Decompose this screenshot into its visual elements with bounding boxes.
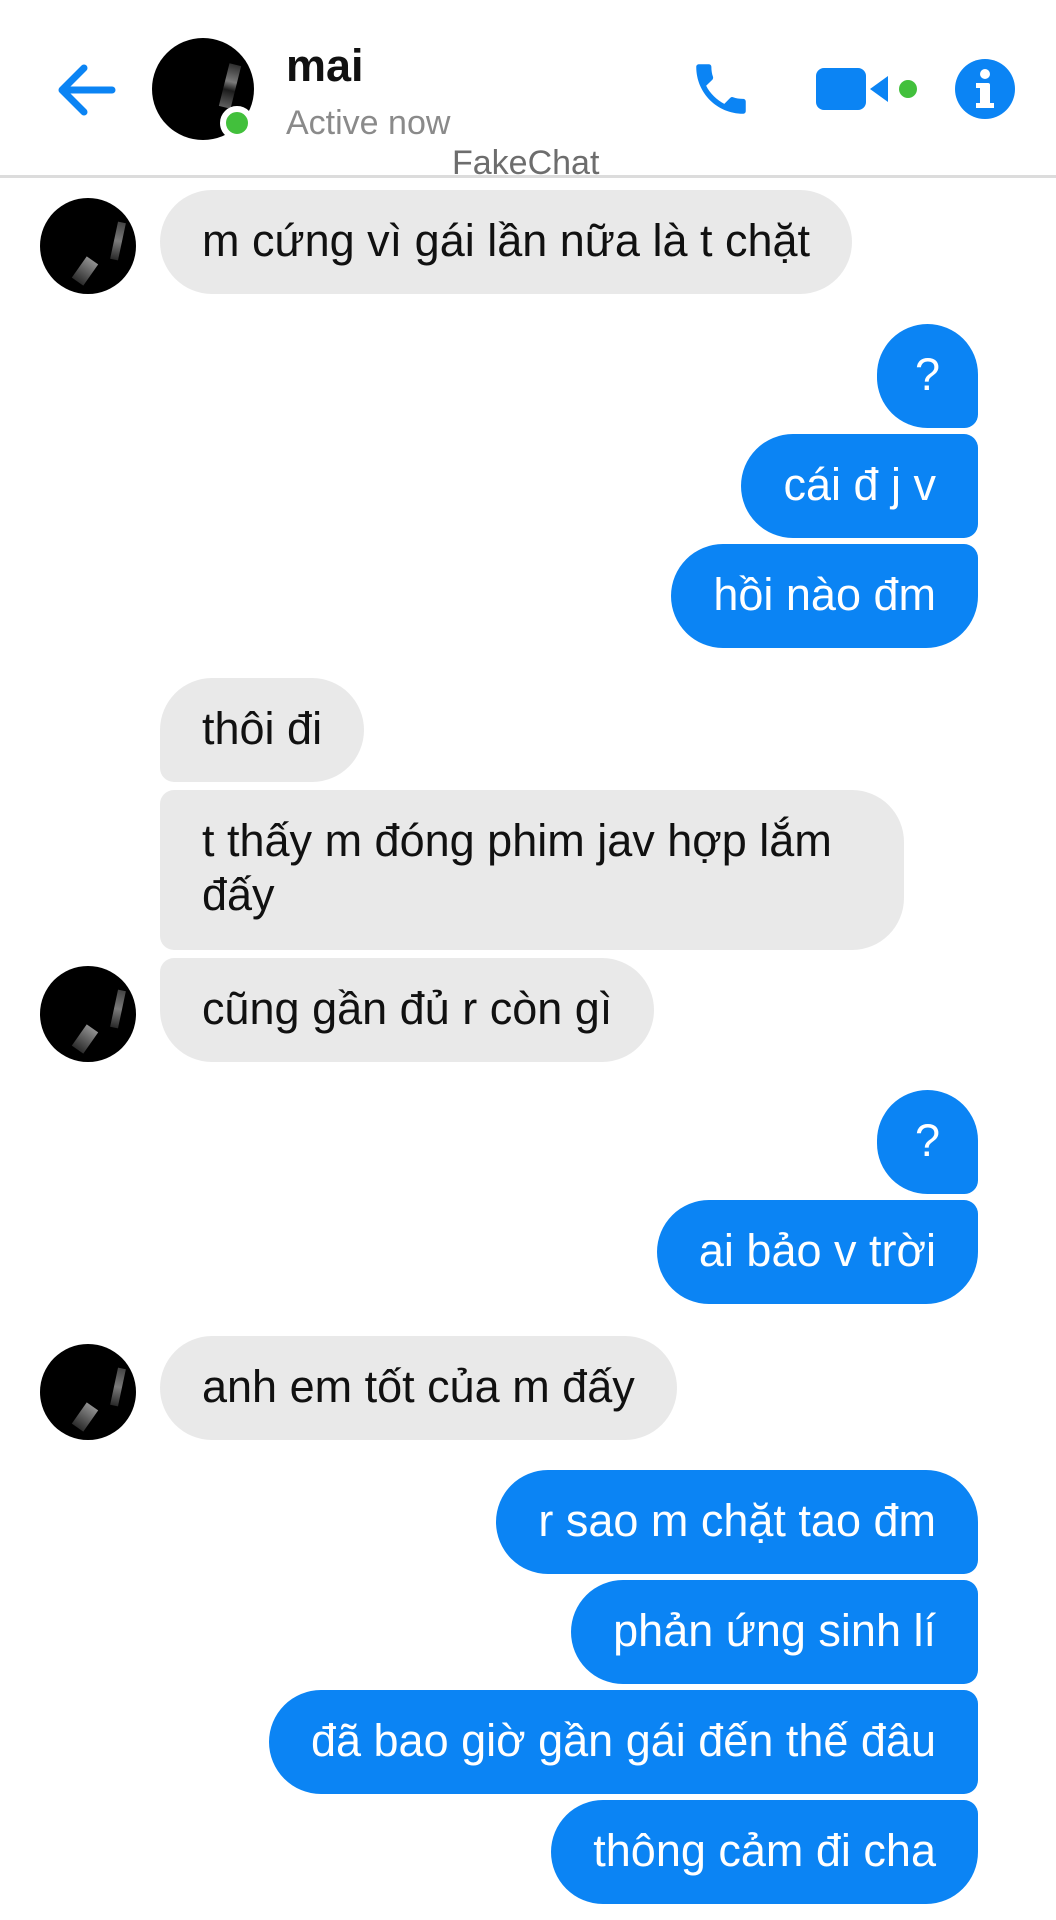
outgoing-message[interactable]: đã bao giờ gần gái đến thế đâu [268,1690,978,1794]
info-button[interactable] [954,58,1016,120]
fakechat-watermark: FakeChat [452,144,600,182]
active-status: Active now [286,104,451,142]
outgoing-message[interactable]: hồi nào đm [671,544,978,648]
incoming-message[interactable]: t thấy m đóng phim jav hợp lắm đấy [160,790,904,950]
phone-icon [696,64,746,114]
sender-avatar[interactable] [40,966,136,1062]
back-arrow-icon [58,64,116,116]
outgoing-message[interactable]: thông cảm đi cha [551,1800,978,1904]
outgoing-message[interactable]: cái đ j v [741,434,978,538]
incoming-message[interactable]: cũng gần đủ r còn gì [160,958,655,1062]
avatar-image-detail [218,63,242,109]
video-camera-icon [816,68,917,110]
contact-name[interactable]: mai [286,40,364,92]
outgoing-message[interactable]: ? [876,1090,978,1194]
incoming-message[interactable]: thôi đi [160,678,365,782]
sender-avatar[interactable] [40,198,136,294]
contact-avatar[interactable] [152,38,254,140]
video-call-button[interactable] [816,64,926,114]
back-button[interactable] [52,55,122,125]
incoming-message[interactable]: anh em tốt của m đấy [160,1336,677,1440]
info-icon [955,59,1015,119]
sender-avatar[interactable] [40,1344,136,1440]
voice-call-button[interactable] [688,56,754,122]
outgoing-message[interactable]: r sao m chặt tao đm [496,1470,978,1574]
incoming-message[interactable]: m cứng vì gái lần nữa là t chặt [160,190,853,294]
outgoing-message[interactable]: ai bảo v trời [656,1200,978,1304]
outgoing-message[interactable]: ? [876,324,978,428]
chat-screen: mai Active now FakeChat m cứng vì gái lầ… [0,0,1056,1920]
outgoing-message[interactable]: phản ứng sinh lí [571,1580,978,1684]
online-indicator [220,106,254,140]
